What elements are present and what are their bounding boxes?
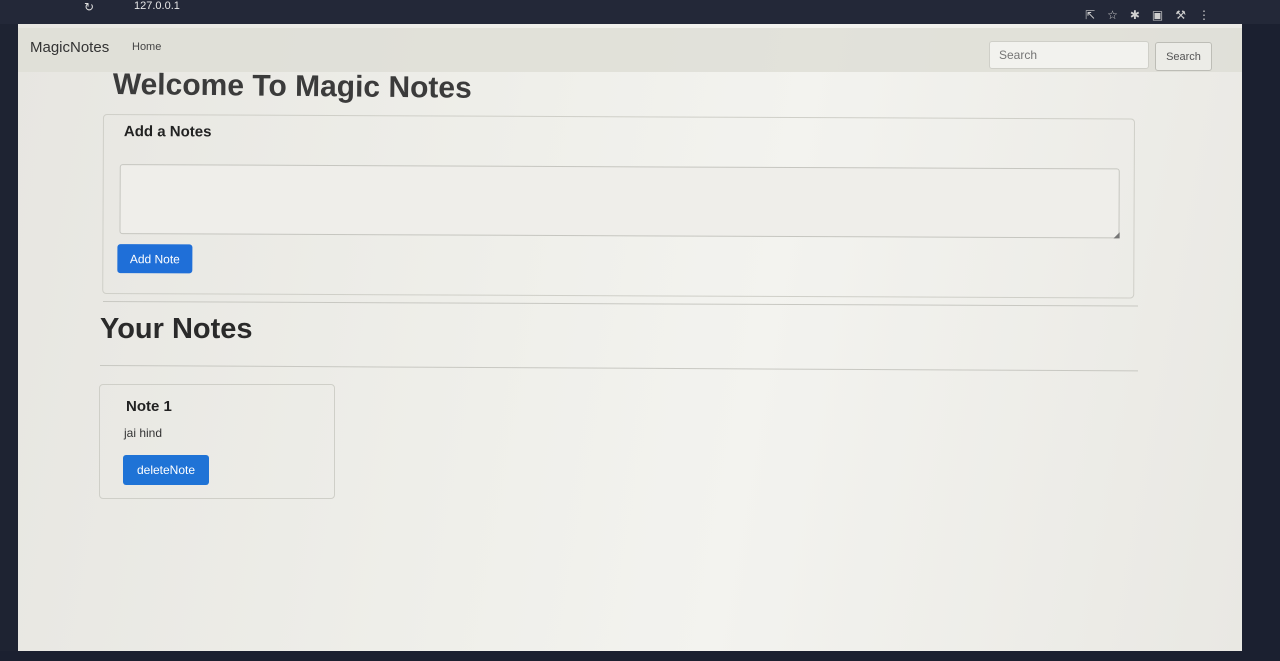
star-icon[interactable]: ☆ [1107, 8, 1118, 22]
navbar: MagicNotes Home Search [18, 28, 1242, 72]
sidebar-icon[interactable]: ▣ [1152, 8, 1163, 22]
note-text: jai hind [124, 426, 163, 440]
section-divider [102, 301, 1138, 307]
add-note-title: Add a Notes [123, 123, 212, 141]
brand-link[interactable]: MagicNotes [30, 39, 109, 56]
profile-icon[interactable]: ⚒ [1175, 8, 1186, 22]
add-note-button[interactable]: Add Note [117, 244, 193, 274]
search-button[interactable]: Search [1155, 42, 1212, 71]
section-divider [99, 365, 1138, 372]
screen-bezel-left [0, 24, 18, 651]
notes-heading: Your Notes [100, 313, 253, 345]
browser-toolbar: ↻ 127.0.0.1 ⇱ ☆ ✱ ▣ ⚒ ⋮ [0, 0, 1280, 24]
resize-grip-icon[interactable]: ◢ [1113, 230, 1119, 239]
note-card: Note 1 jai hind deleteNote [99, 384, 335, 499]
share-icon[interactable]: ⇱ [1085, 8, 1095, 22]
note-title: Note 1 [126, 398, 172, 415]
page-title: Welcome To Magic Notes [112, 68, 472, 105]
add-note-card: Add a Notes ◢ Add Note [102, 114, 1135, 299]
note-textarea[interactable] [119, 164, 1120, 239]
extensions-icon[interactable]: ✱ [1130, 8, 1140, 22]
delete-note-button[interactable]: deleteNote [123, 455, 209, 485]
screen-bezel-right [1242, 24, 1280, 661]
screen-bezel-bottom [0, 651, 1280, 661]
search-input[interactable] [989, 41, 1149, 69]
nav-home-link[interactable]: Home [132, 41, 161, 53]
page-viewport: MagicNotes Home Search Welcome To Magic … [18, 24, 1242, 651]
menu-icon[interactable]: ⋮ [1198, 8, 1210, 22]
address-bar[interactable]: 127.0.0.1 [134, 0, 180, 12]
reload-icon[interactable]: ↻ [84, 0, 94, 14]
browser-toolbar-icons: ⇱ ☆ ✱ ▣ ⚒ ⋮ [1085, 8, 1210, 22]
